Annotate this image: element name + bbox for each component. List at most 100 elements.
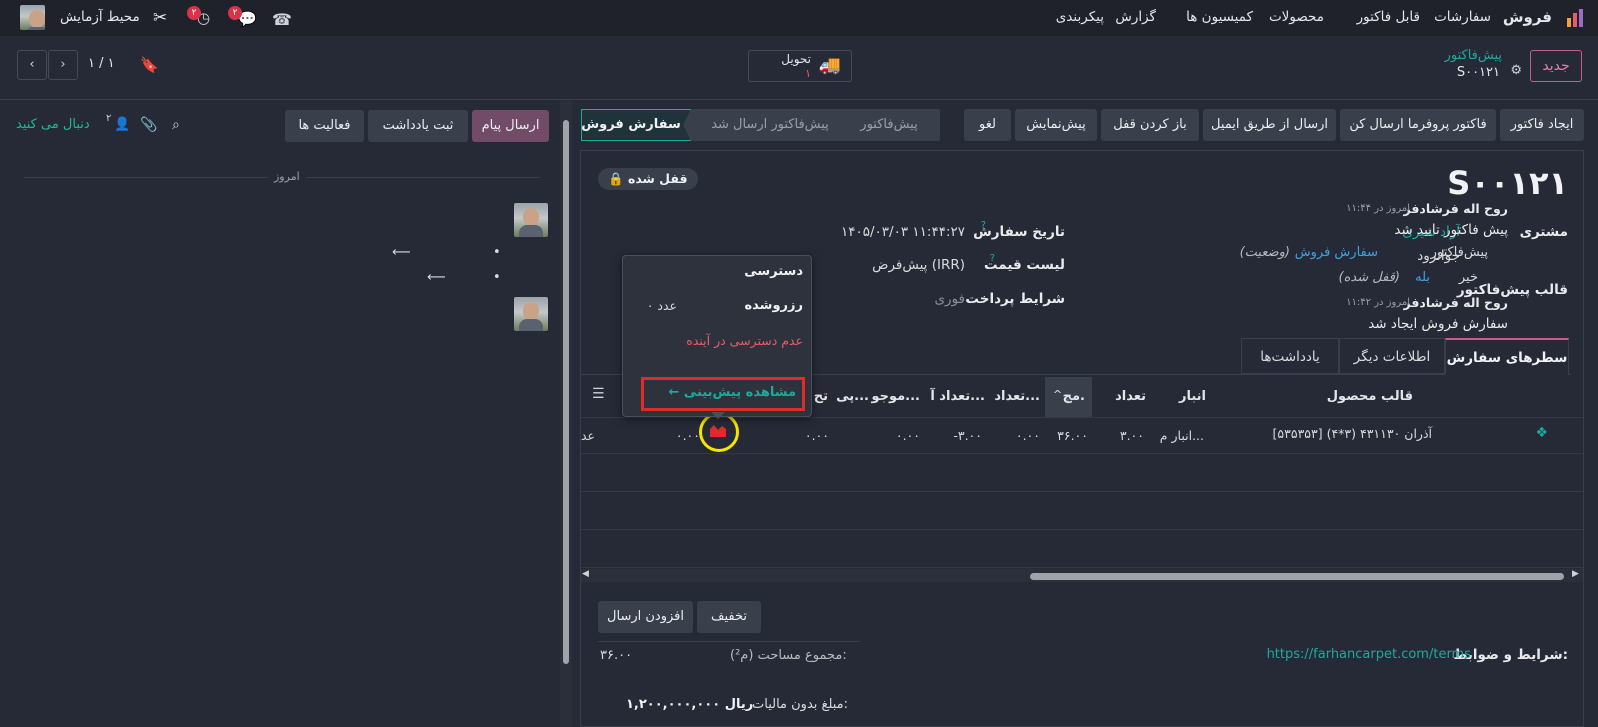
pricelist-value[interactable]: پیش‌فرض (IRR) — [872, 257, 965, 273]
product-variants-icon[interactable]: ❖ — [1535, 425, 1548, 441]
log-note-button[interactable]: ثبت یادداشت — [368, 110, 468, 142]
row-c6: عد — [580, 428, 595, 443]
view-forecast-link[interactable]: ← مشاهده پیش‌بینی — [668, 385, 796, 400]
help-icon: ? — [989, 253, 995, 264]
tab-order-lines[interactable]: سطرهای سفارش — [1445, 338, 1569, 375]
message-body: سفارش فروش ایجاد شد — [1368, 316, 1508, 332]
add-shipping-button[interactable]: افزودن ارسال — [598, 601, 693, 633]
cancel-button[interactable]: لغو — [964, 109, 1011, 141]
menu-invoiceable[interactable]: قابل فاکتور — [1357, 9, 1420, 25]
reserved-label: رزروشده — [744, 298, 804, 313]
order-date-label: تاریخ سفارش — [973, 224, 1065, 240]
breadcrumb-parent[interactable]: پیش‌فاکتور — [1445, 48, 1502, 63]
col-area[interactable]: مج. — [1063, 382, 1085, 412]
message-author[interactable]: روح اله فرشادفر — [1403, 201, 1508, 216]
message-author[interactable]: روح اله فرشادفر — [1403, 295, 1508, 310]
chatter-panel — [0, 100, 558, 727]
pager-prev-button[interactable]: ‹ — [17, 50, 47, 80]
followers-icon[interactable]: 👤 — [114, 117, 130, 132]
app-name[interactable]: فروش — [1503, 8, 1552, 26]
record-settings-icon[interactable]: ⚙ — [1510, 63, 1522, 78]
phone-icon[interactable]: ☎ — [272, 10, 292, 29]
author-avatar[interactable] — [514, 203, 548, 237]
tracking-arrow-icon: ⟵ — [392, 245, 411, 260]
row-qty[interactable]: ۳.۰۰ — [1120, 428, 1144, 443]
arrow-left-icon: ← — [668, 385, 680, 400]
status-sale-order-label: سفارش فروش — [581, 117, 681, 132]
pager-next-button[interactable]: › — [48, 50, 78, 80]
message-time: امروز در ۱۱:۴۲ — [1346, 297, 1410, 308]
send-email-button[interactable]: ارسال از طریق ایمیل — [1203, 109, 1336, 141]
order-date-value[interactable]: ۱۴۰۵/۰۳/۰۳ ۱۱:۴۴:۲۷ — [841, 224, 965, 240]
row-c2: -۳.۰۰ — [953, 428, 982, 443]
col-quantity[interactable]: تعداد — [1115, 382, 1146, 412]
row-area[interactable]: ۳۶.۰۰ — [1057, 428, 1088, 443]
bullet: • — [493, 270, 501, 285]
record-name: S۰۰۱۲۱ — [1456, 65, 1500, 80]
row-warehouse[interactable]: انبار م... — [1160, 428, 1204, 443]
payment-terms-value[interactable]: فوری — [934, 291, 965, 307]
sort-caret-icon: ^ — [1053, 388, 1063, 401]
delivery-smart-button[interactable]: 🚚 تحویل ۱ — [748, 50, 852, 82]
menu-configuration[interactable]: پیکربندی — [1056, 9, 1104, 25]
status-quotation[interactable]: پیش‌فاکتور — [840, 109, 938, 141]
pager-value[interactable]: ۱ / ۱ — [88, 56, 115, 71]
send-message-button[interactable]: ارسال پیام — [472, 110, 549, 142]
col-delivered[interactable]: تح — [814, 382, 828, 412]
scroll-right-icon[interactable]: ▶ — [1572, 569, 1579, 579]
column-settings-icon[interactable]: ☰ — [592, 386, 605, 402]
col-pi[interactable]: پی... — [836, 382, 869, 412]
unlock-button[interactable]: باز کردن قفل — [1101, 109, 1199, 141]
message-time: امروز در ۱۱:۴۴ — [1346, 203, 1410, 214]
col-product-template[interactable]: قالب محصول — [1327, 382, 1413, 412]
tab-other-info[interactable]: اطلاعات دیگر — [1339, 338, 1445, 374]
menu-products[interactable]: محصولات — [1269, 9, 1324, 25]
menu-reporting[interactable]: گزارش — [1115, 9, 1156, 25]
activities-button[interactable]: فعالیت ها — [285, 110, 364, 142]
row-product[interactable]: [۵۳۵۳۵۳] آذران ۴۳۱۱۳۰ (۳*۴) — [1273, 426, 1432, 441]
col-qty-3[interactable]: تعداد آ... — [930, 382, 985, 412]
bookmark-icon[interactable]: 🔖 — [140, 56, 159, 74]
tracking-arrow-icon: ⟵ — [427, 270, 446, 285]
chatter-scrollbar-thumb[interactable] — [563, 120, 569, 664]
new-button[interactable]: جدید — [1530, 50, 1582, 82]
attachment-icon[interactable]: 📎 — [140, 117, 157, 133]
tracking-new: بله — [1415, 270, 1430, 285]
create-invoice-button[interactable]: ایجاد فاکتور — [1500, 109, 1584, 141]
truck-icon: 🚚 — [818, 55, 841, 76]
row-c1: ۰.۰۰ — [1015, 428, 1040, 443]
scrollbar-thumb[interactable] — [1030, 573, 1564, 580]
discount-button[interactable]: تخفیف — [697, 601, 761, 633]
col-qty-2[interactable]: تعداد... — [994, 382, 1040, 412]
menu-orders[interactable]: سفارشات — [1434, 9, 1491, 25]
terms-url[interactable]: https://farhancarpet.com/terms — [1267, 647, 1471, 662]
col-warehouse[interactable]: انبار — [1179, 382, 1206, 412]
col-stock[interactable]: موجو... — [871, 382, 920, 412]
footer-divider — [598, 641, 860, 642]
tracking-new: سفارش فروش — [1294, 245, 1378, 260]
record-title: S۰۰۱۲۱ — [1447, 164, 1568, 202]
menu-commissions[interactable]: کمیسیون ها — [1186, 9, 1253, 25]
tab-notes[interactable]: یادداشت‌ها — [1241, 338, 1339, 374]
control-panel: جدید پیش‌فاکتور S۰۰۱۲۱ ⚙ 🚚 تحویل ۱ 🔖 ۱ /… — [0, 36, 1598, 100]
day-divider-label: امروز — [268, 170, 306, 183]
send-proforma-button[interactable]: فاکتور پروفرما ارسال کن — [1340, 109, 1496, 141]
delivery-label: تحویل — [781, 52, 811, 66]
preview-button[interactable]: پیش‌نمایش — [1015, 109, 1097, 141]
app-logo-icon[interactable] — [1566, 8, 1586, 28]
author-avatar[interactable] — [514, 297, 548, 331]
chat-badge: ۲ — [228, 6, 242, 20]
following-button[interactable]: دنبال می کنید — [16, 117, 90, 132]
status-quotation-sent[interactable]: پیش‌فاکتور ارسال شد — [700, 109, 840, 141]
company-name[interactable]: محیط آزمایش — [60, 9, 140, 25]
locked-badge: 🔒 قفل شده — [598, 168, 698, 190]
scroll-left-icon[interactable]: ◀ — [582, 569, 589, 579]
untaxed-amount-label: مبلغ بدون مالیات: — [752, 697, 849, 712]
debug-tools-icon[interactable]: ✂ — [153, 8, 167, 28]
bullet: • — [493, 245, 501, 260]
user-avatar[interactable] — [20, 5, 45, 30]
payment-terms-label: شرایط پرداخت — [965, 291, 1065, 307]
customer-label: مشتری — [1519, 224, 1568, 240]
total-area-label: مجموع مساحت (م²): — [730, 648, 847, 663]
search-icon[interactable]: ⌕ — [172, 117, 180, 133]
